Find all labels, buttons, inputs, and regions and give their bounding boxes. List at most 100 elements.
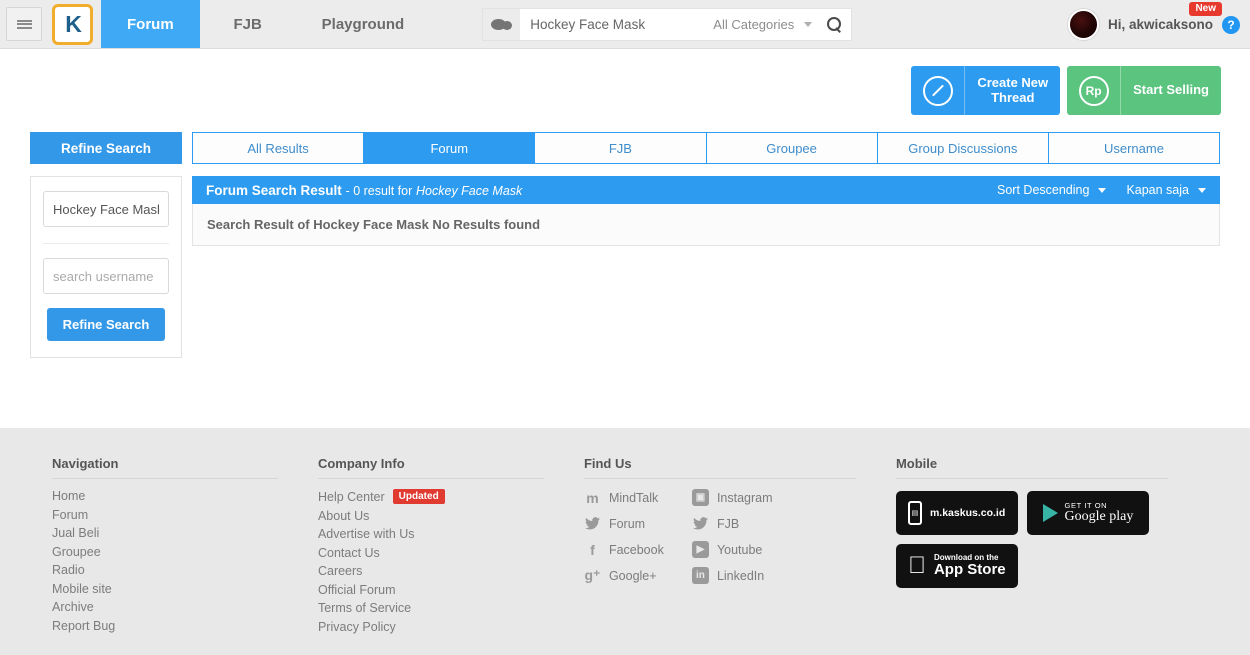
social-link-youtube[interactable]: ▶ Youtube bbox=[691, 541, 800, 558]
footer-link-home[interactable]: Home bbox=[52, 489, 308, 503]
instagram-icon: ▣ bbox=[691, 489, 709, 506]
twitter-icon bbox=[692, 515, 709, 532]
nav-item-forum[interactable]: Forum bbox=[101, 0, 200, 48]
social-link-linkedin[interactable]: in LinkedIn bbox=[691, 567, 800, 584]
apple-icon:  bbox=[908, 553, 926, 578]
tab-groupee[interactable]: Groupee bbox=[705, 132, 878, 164]
tab-forum[interactable]: Forum bbox=[363, 132, 536, 164]
social-link-forum-twitter[interactable]: Forum bbox=[584, 515, 692, 532]
search-submit-button[interactable] bbox=[818, 9, 851, 40]
phone-icon: ▤ bbox=[907, 501, 922, 525]
app-store-big-label: App Store bbox=[915, 561, 1006, 579]
speech-bubble-icon[interactable] bbox=[483, 9, 521, 40]
start-selling-label: Start Selling bbox=[1133, 82, 1209, 98]
chevron-down-icon bbox=[804, 22, 813, 27]
nav-item-playground[interactable]: Playground bbox=[296, 0, 431, 48]
help-icon[interactable]: ? bbox=[1222, 15, 1240, 34]
new-badge: New bbox=[1189, 2, 1222, 16]
twitter-icon bbox=[584, 515, 601, 532]
social-link-mindtalk[interactable]: m MindTalk bbox=[584, 489, 692, 506]
footer-link-help-center[interactable]: Help Center Updated bbox=[318, 489, 574, 504]
search-keyword-input[interactable] bbox=[43, 191, 169, 227]
social-link-googleplus[interactable]: g⁺ Google+ bbox=[584, 567, 692, 584]
footer-link-jual-beli[interactable]: Jual Beli bbox=[52, 526, 308, 540]
nav-item-label: FJB bbox=[233, 15, 262, 33]
footer-find-us-column: Find Us m MindTalk ▣ Instagram Forum FJB bbox=[583, 456, 886, 655]
tab-row: Refine Search All Results Forum FJB Grou… bbox=[0, 132, 1250, 164]
social-label: MindTalk bbox=[608, 490, 659, 505]
start-selling-button[interactable]: Rp Start Selling bbox=[1067, 66, 1221, 115]
footer-navigation-column: Navigation Home Forum Jual Beli Groupee … bbox=[52, 456, 308, 655]
user-area: Hi, akwicaksono New ? bbox=[1067, 0, 1240, 49]
results-header: Forum Search Result - 0 result for Hocke… bbox=[192, 176, 1220, 204]
tab-username[interactable]: Username bbox=[1047, 132, 1221, 164]
footer-link-contact-us[interactable]: Contact Us bbox=[318, 546, 574, 560]
tab-fjb[interactable]: FJB bbox=[534, 132, 707, 164]
results-title: Forum Search Result - 0 result for Hocke… bbox=[206, 183, 522, 198]
search-bar: All Categories bbox=[482, 8, 853, 41]
mobile-site-badge[interactable]: ▤ m.kaskus.co.id bbox=[895, 491, 1018, 535]
social-label: LinkedIn bbox=[716, 568, 765, 583]
youtube-icon: ▶ bbox=[691, 541, 709, 558]
footer-link-radio[interactable]: Radio bbox=[52, 563, 308, 577]
footer-navigation-title: Navigation bbox=[52, 456, 278, 479]
footer-link-archive[interactable]: Archive bbox=[52, 600, 308, 614]
social-link-fjb-twitter[interactable]: FJB bbox=[692, 515, 800, 532]
sort-label: Sort Descending bbox=[997, 183, 1090, 197]
search-category-dropdown[interactable]: All Categories bbox=[707, 17, 818, 32]
create-new-thread-button[interactable]: Create New Thread bbox=[911, 66, 1061, 115]
create-thread-line1: Create New bbox=[977, 74, 1049, 90]
footer-navigation-links: Home Forum Jual Beli Groupee Radio Mobil… bbox=[52, 489, 308, 633]
avatar[interactable] bbox=[1067, 9, 1099, 40]
footer-link-careers[interactable]: Careers bbox=[318, 564, 574, 578]
results-empty-message: Search Result of Hockey Face Mask No Res… bbox=[192, 204, 1220, 246]
app-store-badge[interactable]:  Download on the App Store bbox=[895, 544, 1018, 588]
footer-link-about-us[interactable]: About Us bbox=[318, 509, 574, 523]
google-play-badge[interactable]: GET IT ON Google play bbox=[1026, 491, 1149, 535]
create-thread-line2: Thread bbox=[991, 89, 1035, 105]
chevron-down-icon bbox=[1098, 187, 1107, 193]
footer-company-links: Help Center Updated About Us Advertise w… bbox=[318, 489, 574, 634]
social-label: Google+ bbox=[608, 568, 657, 583]
search-username-input[interactable] bbox=[43, 258, 169, 294]
content-area: Refine Search Forum Search Result - 0 re… bbox=[0, 164, 1250, 358]
mobile-site-label: m.kaskus.co.id bbox=[929, 507, 1006, 519]
footer-link-mobile-site[interactable]: Mobile site bbox=[52, 582, 308, 596]
sort-descending-dropdown[interactable]: Sort Descending bbox=[997, 183, 1107, 197]
results-query: Hockey Face Mask bbox=[416, 183, 523, 198]
tab-group-discussions[interactable]: Group Discussions bbox=[876, 132, 1049, 164]
footer-link-groupee[interactable]: Groupee bbox=[52, 545, 308, 559]
tab-all-results[interactable]: All Results bbox=[192, 132, 365, 164]
footer: Navigation Home Forum Jual Beli Groupee … bbox=[0, 428, 1250, 655]
hamburger-menu-icon[interactable] bbox=[6, 7, 42, 41]
refine-search-header[interactable]: Refine Search bbox=[30, 132, 182, 164]
social-label: Youtube bbox=[716, 542, 763, 557]
nav-item-label: Playground bbox=[321, 15, 405, 33]
footer-link-label: Help Center bbox=[317, 489, 385, 504]
result-tabs: All Results Forum FJB Groupee Group Disc… bbox=[192, 132, 1221, 164]
social-link-instagram[interactable]: ▣ Instagram bbox=[691, 489, 800, 506]
footer-link-official-forum[interactable]: Official Forum bbox=[318, 583, 574, 597]
results-panel: Forum Search Result - 0 result for Hocke… bbox=[192, 176, 1220, 246]
user-greeting: Hi, akwicaksono bbox=[1107, 17, 1213, 32]
footer-link-forum[interactable]: Forum bbox=[52, 508, 308, 522]
time-filter-dropdown[interactable]: Kapan saja bbox=[1126, 183, 1206, 197]
search-input[interactable] bbox=[520, 17, 708, 32]
footer-link-privacy[interactable]: Privacy Policy bbox=[318, 620, 574, 634]
nav-item-fjb[interactable]: FJB bbox=[200, 0, 296, 48]
kaskus-logo[interactable]: K bbox=[52, 4, 93, 45]
footer-link-terms[interactable]: Terms of Service bbox=[318, 601, 574, 615]
footer-link-advertise[interactable]: Advertise with Us bbox=[318, 527, 574, 541]
footer-link-report-bug[interactable]: Report Bug bbox=[52, 619, 308, 633]
googleplus-icon: g⁺ bbox=[584, 567, 601, 583]
social-link-facebook[interactable]: f Facebook bbox=[584, 541, 692, 558]
social-label: FJB bbox=[716, 516, 740, 531]
time-filter-label: Kapan saja bbox=[1126, 183, 1189, 197]
rupiah-glyph: Rp bbox=[1078, 75, 1109, 106]
nav-item-label: Forum bbox=[127, 15, 174, 33]
refine-search-button[interactable]: Refine Search bbox=[46, 308, 166, 341]
action-bar: Create New Thread Rp Start Selling bbox=[0, 49, 1250, 132]
search-category-label: All Categories bbox=[713, 17, 795, 32]
footer-social-links: m MindTalk ▣ Instagram Forum FJB f Faceb… bbox=[584, 489, 886, 584]
results-title-main: Forum Search Result bbox=[206, 182, 342, 198]
